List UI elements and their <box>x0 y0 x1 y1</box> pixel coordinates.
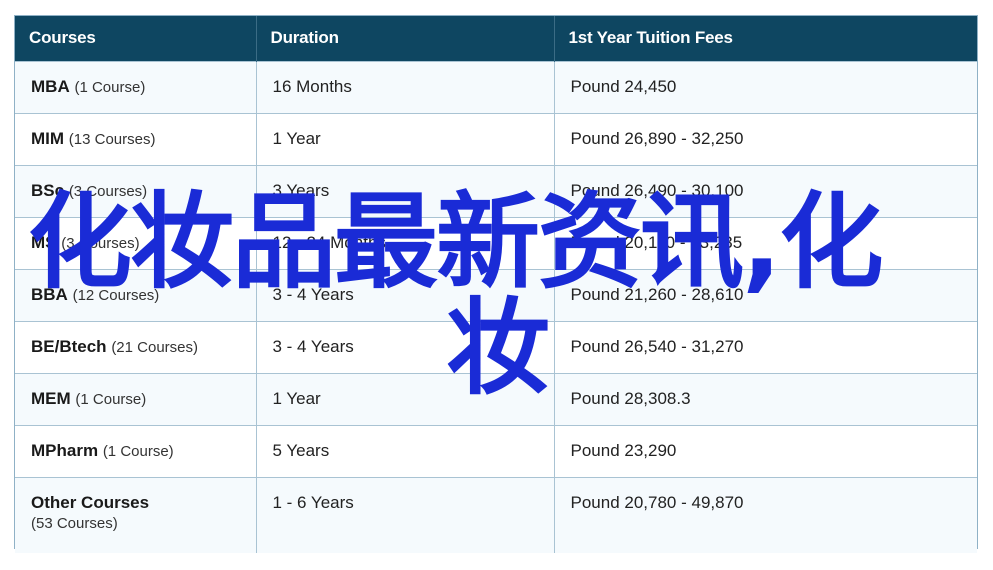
course-cell: MBA (1 Course) <box>15 60 257 113</box>
course-name[interactable]: MBA <box>31 77 70 96</box>
course-link[interactable]: Other Courses <box>31 493 149 512</box>
course-cell: Other Courses (53 Courses) <box>15 476 257 553</box>
fees-cell: Pound 28,308.3 <box>554 372 977 425</box>
course-cell: MIM (13 Courses) <box>15 112 257 165</box>
course-cell: MPharm (1 Course) <box>15 424 257 477</box>
fees-cell: Pound 21,260 - 28,610 <box>554 268 977 321</box>
table-row: MIM (13 Courses) 1 Year Pound 26,890 - 3… <box>15 112 977 165</box>
course-cell: BE/Btech (21 Courses) <box>15 320 257 373</box>
course-count: (12 Courses) <box>72 287 160 304</box>
duration-cell: 3 - 4 Years <box>256 268 555 321</box>
fees-cell: Pound 20,110 - 33,235 <box>554 216 977 269</box>
duration-cell: 1 - 6 Years <box>256 476 555 553</box>
course-count: (1 Course) <box>74 79 146 96</box>
fees-cell: Pound 23,290 <box>554 424 977 477</box>
header-duration: Duration <box>256 16 555 61</box>
duration-cell: 3 Years <box>256 164 555 217</box>
course-link[interactable]: BBA <box>31 285 68 304</box>
table-row: MBA (1 Course) 16 Months Pound 24,450 <box>15 60 977 113</box>
tuition-table: Courses Duration 1st Year Tuition Fees M… <box>15 16 977 553</box>
course-count: (3 Courses) <box>68 183 148 200</box>
duration-cell: 5 Years <box>256 424 555 477</box>
table-row: BBA (12 Courses) 3 - 4 Years Pound 21,26… <box>15 268 977 321</box>
course-cell: MS (3 Courses) <box>15 216 257 269</box>
tuition-table-container: Courses Duration 1st Year Tuition Fees M… <box>14 15 978 553</box>
fees-cell: Pound 26,890 - 32,250 <box>554 112 977 165</box>
fees-cell: Pound 26,540 - 31,270 <box>554 320 977 373</box>
header-fees: 1st Year Tuition Fees <box>554 16 977 61</box>
course-name[interactable]: MIM <box>31 129 64 148</box>
course-count: (1 Course) <box>75 391 147 408</box>
course-link[interactable]: MBA <box>31 77 70 96</box>
duration-cell: 12 - 24 Months <box>256 216 555 269</box>
course-link[interactable]: MS <box>31 233 57 252</box>
course-name[interactable]: MS <box>31 233 57 252</box>
course-name[interactable]: MEM <box>31 389 71 408</box>
course-link[interactable]: BE/Btech <box>31 337 107 356</box>
course-link[interactable]: MIM <box>31 129 64 148</box>
course-link[interactable]: BSc <box>31 181 64 200</box>
course-count: (3 Courses) <box>61 235 140 252</box>
course-count: (13 Courses) <box>68 131 156 148</box>
duration-cell: 3 - 4 Years <box>256 320 555 373</box>
course-name[interactable]: BBA <box>31 285 68 304</box>
duration-cell: 1 Year <box>256 112 555 165</box>
course-cell: MEM (1 Course) <box>15 372 257 425</box>
course-name[interactable]: Other Courses <box>31 493 149 512</box>
course-name[interactable]: BE/Btech <box>31 337 107 356</box>
course-link[interactable]: MPharm <box>31 441 98 460</box>
duration-cell: 1 Year <box>256 372 555 425</box>
course-count: (53 Courses) <box>31 514 118 532</box>
course-count: (1 Course) <box>102 443 174 460</box>
course-link[interactable]: MEM <box>31 389 71 408</box>
table-row: BE/Btech (21 Courses) 3 - 4 Years Pound … <box>15 320 977 373</box>
table-header-row: Courses Duration 1st Year Tuition Fees <box>15 16 977 61</box>
course-name[interactable]: MPharm <box>31 441 98 460</box>
course-cell: BSc (3 Courses) <box>15 164 257 217</box>
course-count: (21 Courses) <box>111 339 199 356</box>
header-courses: Courses <box>15 16 257 61</box>
table-row: MEM (1 Course) 1 Year Pound 28,308.3 <box>15 372 977 425</box>
table-row: MS (3 Courses) 12 - 24 Months Pound 20,1… <box>15 216 977 269</box>
table-row: Other Courses (53 Courses) 1 - 6 Years Po… <box>15 476 977 553</box>
table-row: BSc (3 Courses) 3 Years Pound 26,490 - 3… <box>15 164 977 217</box>
course-cell: BBA (12 Courses) <box>15 268 257 321</box>
fees-cell: Pound 26,490 - 30,100 <box>554 164 977 217</box>
fees-cell: Pound 20,780 - 49,870 <box>554 476 977 553</box>
fees-cell: Pound 24,450 <box>554 60 977 113</box>
duration-cell: 16 Months <box>256 60 555 113</box>
course-name[interactable]: BSc <box>31 181 64 200</box>
table-row: MPharm (1 Course) 5 Years Pound 23,290 <box>15 424 977 477</box>
